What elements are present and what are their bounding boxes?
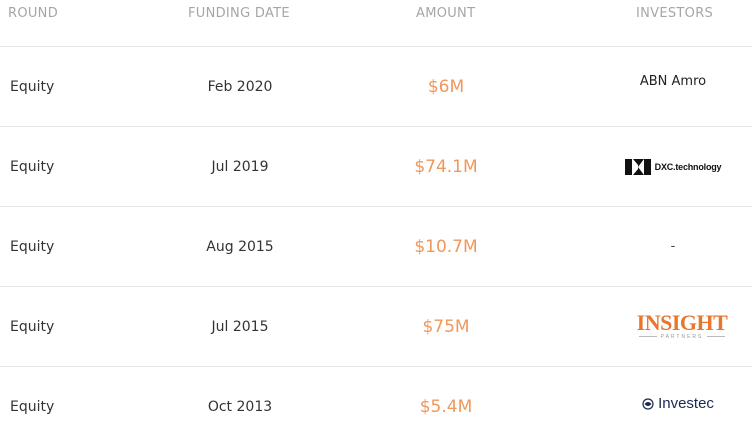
amount-cell: $6M — [427, 76, 465, 97]
table-header: ROUND FUNDING DATE AMOUNT INVESTORS — [0, 0, 752, 47]
dxc-logo-icon — [624, 158, 651, 175]
funding-date-cell: Jul 2015 — [211, 318, 269, 335]
round-cell: Equity — [10, 158, 55, 175]
column-header-round[interactable]: ROUND — [8, 6, 58, 21]
table-row: Equity Jul 2019 $74.1M DXC.technology — [0, 127, 752, 207]
column-header-investors[interactable]: INVESTORS — [636, 6, 713, 21]
amount-cell: $10.7M — [414, 236, 478, 257]
funding-date-cell: Jul 2019 — [211, 158, 269, 175]
round-cell: Equity — [10, 78, 55, 95]
investor-cell[interactable]: ABN Amro — [600, 47, 746, 126]
insight-logo-word: INSIGHT — [636, 309, 728, 335]
column-header-funding-date[interactable]: FUNDING DATE — [188, 6, 290, 21]
insight-logo-subtitle: PARTNERS — [638, 334, 726, 340]
amount-cell: $74.1M — [414, 156, 478, 177]
funding-date-cell: Aug 2015 — [206, 238, 274, 255]
table-row: Equity Jul 2015 $75M INSIGHT PARTNERS — [0, 287, 752, 367]
funding-date-cell: Feb 2020 — [207, 78, 273, 95]
round-cell: Equity — [10, 238, 55, 255]
insight-partners-logo[interactable]: INSIGHT PARTNERS — [636, 309, 728, 340]
investec-logo[interactable]: Investec — [642, 395, 714, 412]
investor-cell[interactable]: INSIGHT PARTNERS — [600, 287, 746, 366]
round-cell: Equity — [10, 398, 55, 415]
funding-rounds-table: ROUND FUNDING DATE AMOUNT INVESTORS Equi… — [0, 0, 752, 446]
table-row: Equity Feb 2020 $6M ABN Amro — [0, 47, 752, 127]
investor-name[interactable]: ABN Amro — [640, 74, 706, 89]
investec-logo-icon — [642, 397, 654, 410]
amount-cell: $75M — [422, 316, 470, 337]
investor-cell[interactable]: DXC.technology — [600, 127, 746, 206]
round-cell: Equity — [10, 318, 55, 335]
investor-cell: - — [600, 207, 746, 286]
amount-cell: $5.4M — [419, 396, 473, 417]
dxc-logo-text: DXC.technology — [654, 161, 722, 172]
funding-date-cell: Oct 2013 — [207, 398, 273, 415]
investor-empty: - — [670, 239, 676, 254]
investor-cell[interactable]: Investec — [600, 367, 746, 446]
dxc-logo[interactable]: DXC.technology — [624, 158, 722, 175]
column-header-amount[interactable]: AMOUNT — [416, 6, 475, 21]
investec-logo-text: Investec — [658, 395, 714, 412]
table-row: Equity Oct 2013 $5.4M Investec — [0, 367, 752, 446]
table-row: Equity Aug 2015 $10.7M - — [0, 207, 752, 287]
